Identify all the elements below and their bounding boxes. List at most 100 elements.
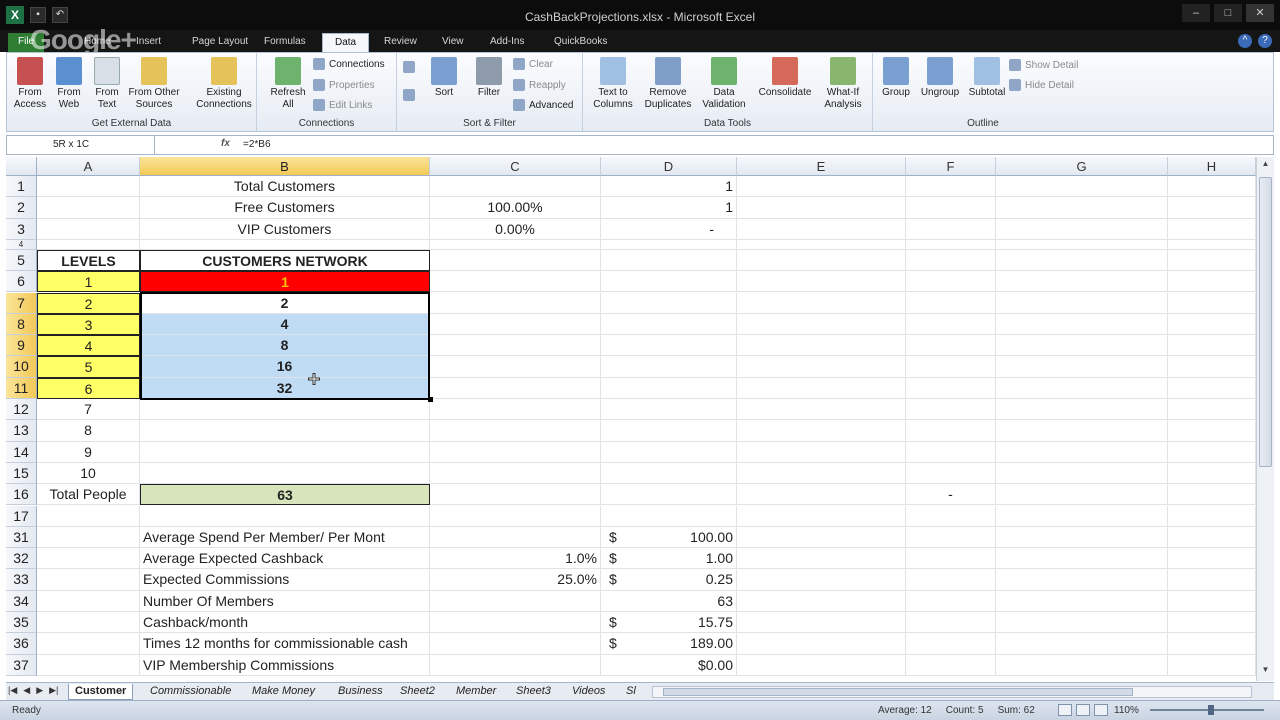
- cell-a34[interactable]: [37, 590, 140, 612]
- from-web-button[interactable]: From Web: [51, 57, 87, 111]
- row-header[interactable]: 31: [6, 526, 37, 549]
- cell-h5[interactable]: [1168, 249, 1256, 272]
- cell-b37[interactable]: VIP Membership Commissions: [140, 654, 430, 676]
- cell-b10[interactable]: 16: [140, 356, 430, 378]
- sheet-tab-member[interactable]: Member: [450, 684, 502, 700]
- cell-f17[interactable]: [906, 505, 996, 527]
- refresh-all-button[interactable]: Refresh All: [267, 57, 309, 111]
- cell-e17[interactable]: [737, 505, 906, 527]
- cell-c15[interactable]: [430, 462, 601, 485]
- normal-view-icon[interactable]: [1058, 704, 1072, 716]
- cell-g33[interactable]: [996, 569, 1168, 591]
- cell-d34[interactable]: 63: [601, 590, 737, 612]
- cell-h10[interactable]: [1168, 356, 1256, 378]
- cell-a17[interactable]: [37, 505, 140, 527]
- remove-duplicates-button[interactable]: Remove Duplicates: [639, 57, 697, 111]
- cell-f31[interactable]: [906, 526, 996, 549]
- cell-g12[interactable]: [996, 399, 1168, 421]
- cell-b1[interactable]: Total Customers: [140, 176, 430, 198]
- connections-button[interactable]: Connections: [313, 58, 385, 70]
- cell-d4[interactable]: [601, 239, 737, 250]
- cell-d15[interactable]: [601, 462, 737, 485]
- cell-e15[interactable]: [737, 462, 906, 485]
- page-break-view-icon[interactable]: [1094, 704, 1108, 716]
- cell-h34[interactable]: [1168, 590, 1256, 612]
- row-header[interactable]: 16: [6, 484, 37, 506]
- row-header[interactable]: 13: [6, 420, 37, 442]
- row-header[interactable]: 34: [6, 590, 37, 612]
- cell-b35[interactable]: Cashback/month: [140, 612, 430, 634]
- cell-e35[interactable]: [737, 612, 906, 634]
- edit-links-button[interactable]: Edit Links: [313, 99, 372, 111]
- sheet-tab-commissionable[interactable]: Commissionable: [144, 684, 237, 700]
- cell-d13[interactable]: [601, 420, 737, 442]
- cell-g10[interactable]: [996, 356, 1168, 378]
- cell-b17[interactable]: [140, 505, 430, 527]
- cell-b6[interactable]: 1: [140, 271, 430, 293]
- cell-d32[interactable]: $1.00: [601, 548, 737, 570]
- cell-h13[interactable]: [1168, 420, 1256, 442]
- column-header-e[interactable]: E: [737, 157, 906, 176]
- cell-b14[interactable]: [140, 441, 430, 463]
- cell-e14[interactable]: [737, 441, 906, 463]
- ungroup-button[interactable]: Ungroup: [915, 57, 965, 99]
- cell-d6[interactable]: [601, 271, 737, 293]
- cell-a7[interactable]: 2: [37, 292, 140, 314]
- cell-c14[interactable]: [430, 441, 601, 463]
- cell-g4[interactable]: [996, 239, 1168, 250]
- cell-b2[interactable]: Free Customers: [140, 197, 430, 219]
- tab-addins[interactable]: Add-Ins: [478, 33, 536, 52]
- cell-b34[interactable]: Number Of Members: [140, 590, 430, 612]
- cell-f37[interactable]: [906, 654, 996, 676]
- cell-e34[interactable]: [737, 590, 906, 612]
- tab-data[interactable]: Data: [322, 33, 370, 52]
- column-header-b[interactable]: B: [140, 157, 430, 176]
- cell-b11[interactable]: 32: [140, 377, 430, 399]
- cell-f16[interactable]: -: [906, 484, 996, 506]
- cell-c34[interactable]: [430, 590, 601, 612]
- cell-e6[interactable]: [737, 271, 906, 293]
- row-header[interactable]: 1: [6, 176, 37, 198]
- cell-c36[interactable]: [430, 633, 601, 655]
- cell-e1[interactable]: [737, 176, 906, 198]
- hide-detail-button[interactable]: Hide Detail: [1009, 79, 1074, 91]
- cell-f6[interactable]: [906, 271, 996, 293]
- page-layout-view-icon[interactable]: [1076, 704, 1090, 716]
- cell-g9[interactable]: [996, 335, 1168, 357]
- cell-f4[interactable]: [906, 239, 996, 250]
- from-other-sources-button[interactable]: From Other Sources: [127, 57, 181, 111]
- tab-view[interactable]: View: [430, 33, 476, 52]
- cell-b31[interactable]: Average Spend Per Member/ Per Mont: [140, 526, 430, 549]
- cell-c13[interactable]: [430, 420, 601, 442]
- reapply-button[interactable]: Reapply: [513, 79, 566, 91]
- cell-h11[interactable]: [1168, 377, 1256, 399]
- cell-d31[interactable]: $100.00: [601, 526, 737, 549]
- cell-c16[interactable]: [430, 484, 601, 506]
- cell-c4[interactable]: [430, 239, 601, 250]
- cell-a35[interactable]: [37, 612, 140, 634]
- row-header[interactable]: 33: [6, 569, 37, 591]
- name-box[interactable]: 5R x 1C: [7, 136, 155, 154]
- cell-a36[interactable]: [37, 633, 140, 655]
- scroll-down-icon[interactable]: ▼: [1259, 665, 1272, 679]
- row-header[interactable]: 3: [6, 218, 37, 240]
- filter-button[interactable]: Filter: [471, 57, 507, 99]
- worksheet-grid[interactable]: ABCDEFGH 1 Total Customers 1 2 Free Customer…: [6, 157, 1256, 681]
- cell-d33[interactable]: $0.25: [601, 569, 737, 591]
- column-header-a[interactable]: A: [37, 157, 140, 176]
- cell-h36[interactable]: [1168, 633, 1256, 655]
- cell-a6[interactable]: 1: [37, 271, 140, 293]
- cell-d9[interactable]: [601, 335, 737, 357]
- cell-h3[interactable]: [1168, 218, 1256, 240]
- zoom-knob[interactable]: [1208, 705, 1214, 715]
- row-header[interactable]: 4: [6, 239, 37, 250]
- cell-a32[interactable]: [37, 548, 140, 570]
- cell-h2[interactable]: [1168, 197, 1256, 219]
- minimize-ribbon-icon[interactable]: ^: [1238, 34, 1252, 48]
- zoom-slider[interactable]: [1150, 705, 1264, 715]
- cell-a16[interactable]: Total People: [37, 484, 140, 506]
- cell-g32[interactable]: [996, 548, 1168, 570]
- vertical-scroll-thumb[interactable]: [1259, 177, 1272, 467]
- row-header[interactable]: 14: [6, 441, 37, 463]
- cell-b7[interactable]: 2: [140, 292, 430, 314]
